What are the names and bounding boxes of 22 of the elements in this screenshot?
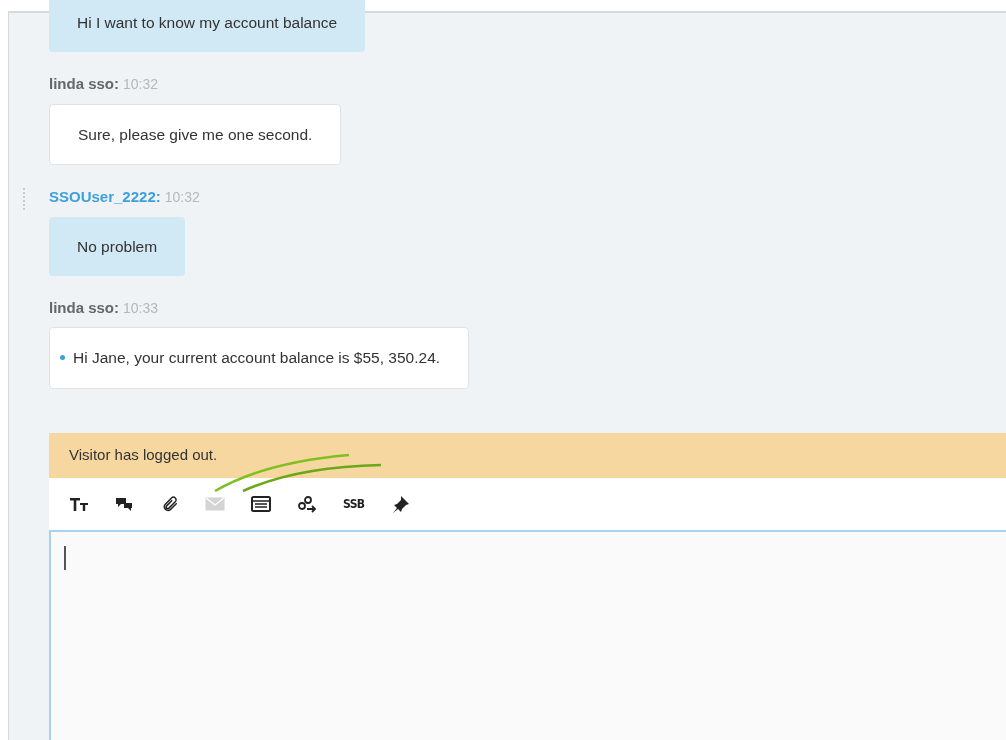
message-text: Sure, please give me one second.	[78, 124, 313, 145]
message-time: 10:33	[123, 298, 159, 318]
text-size-icon[interactable]	[69, 495, 89, 512]
text-cursor	[64, 545, 66, 570]
people-arrow-icon[interactable]	[297, 494, 317, 513]
drag-handle	[23, 188, 25, 210]
sender-name: SSOUser_2222:	[49, 187, 161, 207]
message-text: No problem	[77, 236, 158, 257]
message-text: Hi I want to know my account balance	[77, 13, 338, 33]
sender-name: linda sso:	[49, 297, 119, 318]
ssb-button[interactable]: SSB	[343, 494, 365, 513]
message-time: 10:32	[164, 188, 200, 207]
paperclip-icon[interactable]	[161, 494, 179, 513]
sender-name: linda sso:	[49, 74, 119, 95]
message-time: 10:32	[123, 75, 159, 95]
window-icon[interactable]	[251, 495, 271, 512]
message-input[interactable]	[49, 529, 1006, 740]
message-text: Hi Jane, your current account balance is $55, 350.24.	[73, 348, 441, 369]
notice-text: Visitor has logged out.	[69, 444, 218, 465]
chat-bubbles-icon[interactable]	[115, 495, 135, 512]
pin-icon[interactable]	[390, 494, 411, 513]
bullet-icon	[60, 355, 65, 361]
